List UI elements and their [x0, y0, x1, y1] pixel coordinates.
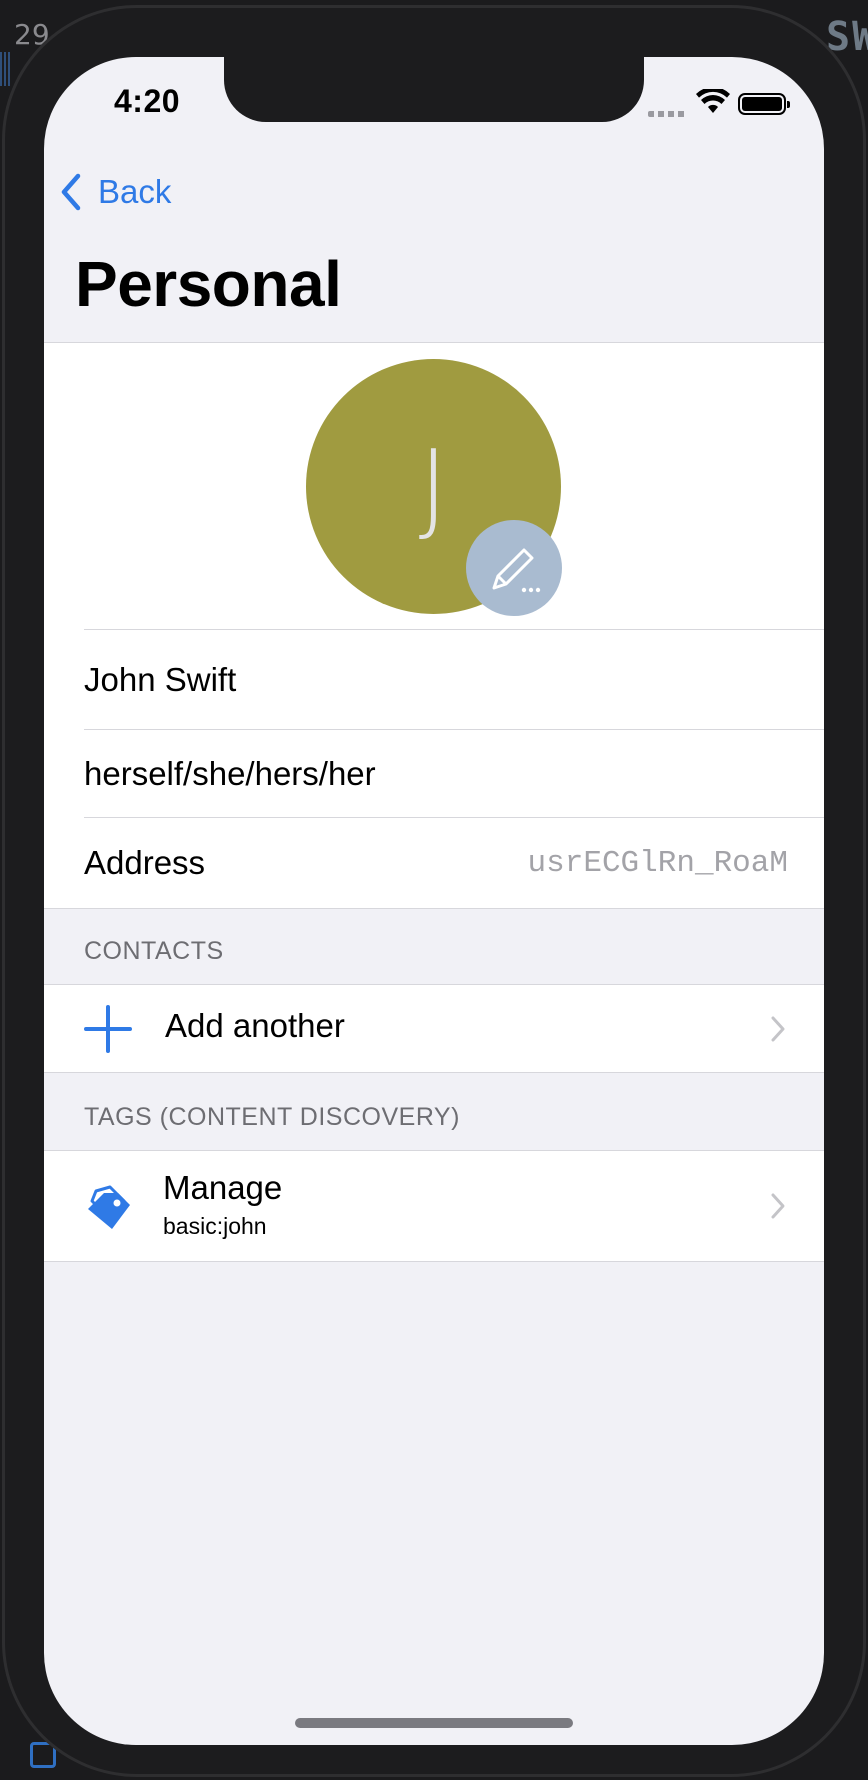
- home-indicator[interactable]: [295, 1718, 573, 1728]
- tag-icon: [88, 1185, 130, 1229]
- back-button[interactable]: Back: [58, 167, 171, 217]
- address-value: usrECGlRn_RoaM: [527, 845, 788, 881]
- phone-screen: 4:20 Back Personal J John Swift herself/…: [44, 57, 824, 1745]
- address-row: Address usrECGlRn_RoaM: [84, 817, 824, 908]
- chevron-left-icon: [61, 173, 81, 211]
- status-time: 4:20: [114, 83, 181, 119]
- add-contact-label: Add another: [165, 1007, 345, 1044]
- pronouns-field[interactable]: herself/she/hers/her: [84, 729, 824, 818]
- chevron-right-icon: [771, 1016, 785, 1041]
- page-title: Personal: [75, 248, 342, 320]
- plus-icon: [84, 1005, 132, 1053]
- background-stripes: [0, 52, 10, 86]
- wifi-icon: [696, 89, 730, 113]
- name-field[interactable]: John Swift: [84, 629, 824, 730]
- add-contact-row[interactable]: Add another: [44, 985, 824, 1072]
- name-value: John Swift: [84, 661, 237, 698]
- contacts-section-header: CONTACTS: [84, 937, 224, 965]
- manage-tags-label: Manage: [163, 1169, 283, 1206]
- cellular-signal-icon: [648, 111, 686, 117]
- edit-avatar-button[interactable]: [466, 520, 562, 616]
- pronouns-value: herself/she/hers/her: [84, 755, 376, 792]
- battery-icon: [738, 93, 790, 115]
- profile-card: J John Swift herself/she/hers/her Addres…: [44, 342, 824, 909]
- phone-frame: 4:20 Back Personal J John Swift herself/…: [2, 5, 866, 1777]
- notch: [224, 57, 644, 122]
- chevron-right-icon: [771, 1193, 785, 1219]
- pencil-icon: [492, 548, 541, 593]
- tags-section-header: TAGS (CONTENT DISCOVERY): [84, 1103, 460, 1131]
- tags-card: Manage basic:john: [44, 1150, 824, 1262]
- manage-tags-row[interactable]: Manage basic:john: [44, 1151, 824, 1261]
- back-label: Back: [98, 173, 172, 210]
- contacts-card: Add another: [44, 984, 824, 1073]
- address-label: Address: [84, 844, 206, 881]
- manage-tags-value: basic:john: [163, 1213, 267, 1239]
